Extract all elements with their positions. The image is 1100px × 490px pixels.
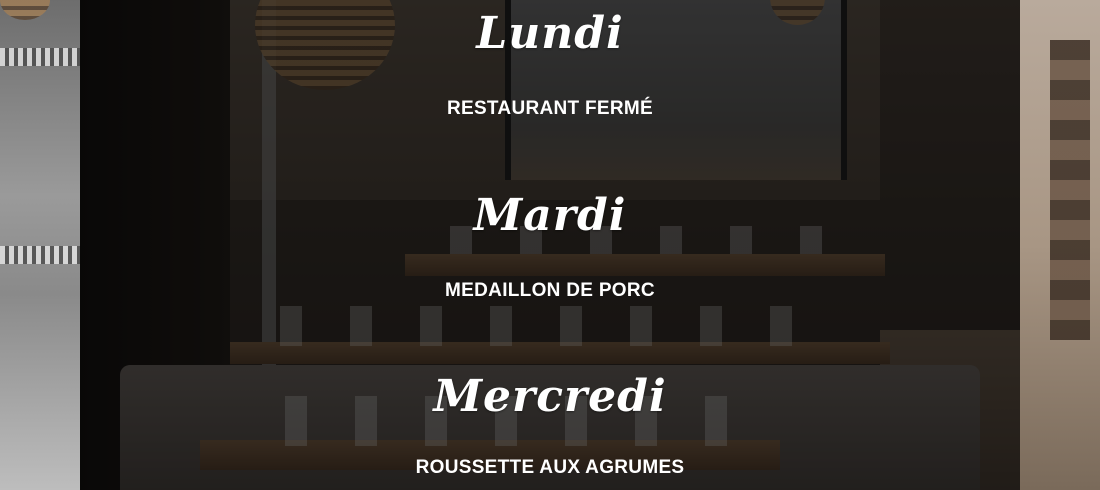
- weekly-menu: Lundi RESTAURANT FERMÉ Mardi MEDAILLON D…: [0, 0, 1100, 490]
- day-title: Lundi: [476, 8, 624, 59]
- day-title: Mardi: [473, 190, 627, 241]
- menu-page: Lundi RESTAURANT FERMÉ Mardi MEDAILLON D…: [0, 0, 1100, 490]
- dish-of-the-day: MEDAILLON DE PORC: [445, 280, 655, 301]
- dish-of-the-day: RESTAURANT FERMÉ: [446, 98, 654, 119]
- dish-of-the-day: ROUSSETTE AUX AGRUMES: [415, 457, 685, 478]
- day-title: Mercredi: [433, 371, 667, 422]
